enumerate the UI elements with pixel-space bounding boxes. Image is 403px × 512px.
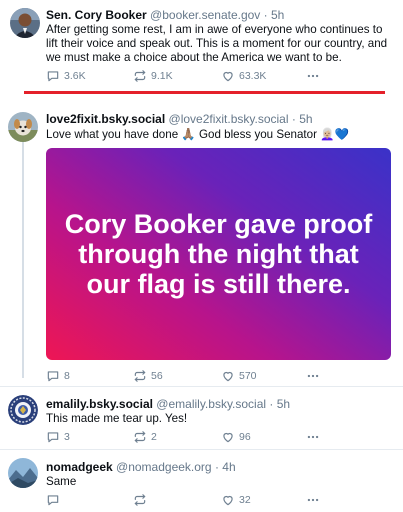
avatar[interactable] — [8, 458, 38, 488]
more-options-button[interactable] — [306, 368, 320, 384]
repost-icon — [134, 370, 146, 382]
reply-icon — [47, 71, 59, 82]
author-handle[interactable]: @emalily.bsky.social — [156, 397, 266, 411]
like-icon — [223, 371, 233, 382]
repost-button[interactable]: 56 — [133, 368, 163, 384]
post-header: Sen. Cory Booker @booker.senate.gov · 5h — [46, 8, 284, 22]
like-count: 63.3K — [239, 70, 267, 82]
avatar[interactable] — [8, 112, 38, 142]
post-image[interactable]: Cory Booker gave proof through the night… — [46, 148, 391, 360]
more-icon — [307, 374, 319, 378]
red-divider — [24, 91, 385, 94]
reply-button[interactable]: 8 — [46, 368, 70, 384]
reply-count: 3.6K — [64, 70, 86, 82]
post-nomadgeek[interactable]: nomadgeek @nomadgeek.org · 4h Same 32 — [0, 450, 403, 512]
reply-count: 8 — [64, 370, 70, 382]
post-actions: 3 2 96 — [46, 429, 346, 445]
repost-count: 9.1K — [151, 70, 173, 82]
separator: · — [263, 8, 268, 22]
avatar[interactable] — [8, 395, 38, 425]
post-text: After getting some rest, I am in awe of … — [46, 23, 388, 64]
repost-count: 56 — [151, 370, 163, 382]
repost-button[interactable] — [133, 492, 151, 508]
like-count: 32 — [239, 494, 251, 506]
repost-button[interactable]: 9.1K — [133, 68, 173, 84]
repost-icon — [134, 70, 146, 82]
reply-icon — [47, 432, 59, 443]
separator: · — [214, 460, 219, 474]
post-header: emalily.bsky.social @emalily.bsky.social… — [46, 397, 290, 411]
like-icon — [223, 71, 233, 82]
like-icon — [223, 495, 233, 506]
author-name[interactable]: nomadgeek — [46, 460, 113, 474]
more-options-button[interactable] — [306, 429, 320, 445]
like-count: 570 — [239, 370, 257, 382]
timestamp[interactable]: 5h — [299, 112, 312, 126]
timestamp[interactable]: 5h — [271, 8, 284, 22]
author-handle[interactable]: @love2fixit.bsky.social — [169, 112, 289, 126]
post-header: love2fixit.bsky.social @love2fixit.bsky.… — [46, 112, 313, 126]
like-button[interactable]: 32 — [221, 492, 251, 508]
reply-icon — [47, 495, 59, 506]
post-header: nomadgeek @nomadgeek.org · 4h — [46, 460, 236, 474]
author-name[interactable]: emalily.bsky.social — [46, 397, 153, 411]
more-icon — [307, 498, 319, 502]
reply-button[interactable]: 3.6K — [46, 68, 86, 84]
repost-button[interactable]: 2 — [133, 429, 157, 445]
like-icon — [223, 432, 233, 443]
post-actions: 8 56 570 — [46, 368, 346, 384]
like-button[interactable]: 63.3K — [221, 68, 266, 84]
timestamp[interactable]: 5h — [277, 397, 290, 411]
avatar[interactable] — [10, 8, 40, 38]
repost-count: 2 — [151, 431, 157, 443]
author-name[interactable]: Sen. Cory Booker — [46, 8, 147, 22]
reply-button[interactable] — [46, 492, 64, 508]
repost-icon — [134, 431, 146, 443]
more-icon — [307, 435, 319, 439]
repost-icon — [134, 494, 146, 506]
post-booker[interactable]: Sen. Cory Booker @booker.senate.gov · 5h… — [0, 0, 403, 90]
author-handle[interactable]: @nomadgeek.org — [116, 460, 212, 474]
separator: · — [291, 112, 296, 126]
post-actions: 3.6K 9.1K 63.3K — [46, 68, 346, 84]
image-caption-text: Cory Booker gave proof through the night… — [64, 209, 373, 299]
author-handle[interactable]: @booker.senate.gov — [150, 8, 260, 22]
post-text: Love what you have done 🙏🏽 God bless you… — [46, 128, 350, 141]
timestamp[interactable]: 4h — [222, 460, 235, 474]
more-icon — [307, 74, 319, 78]
post-emalily[interactable]: emalily.bsky.social @emalily.bsky.social… — [0, 387, 403, 447]
reply-icon — [47, 371, 59, 382]
more-options-button[interactable] — [306, 492, 320, 508]
separator: · — [269, 397, 274, 411]
more-options-button[interactable] — [306, 68, 320, 84]
author-name[interactable]: love2fixit.bsky.social — [46, 112, 165, 126]
post-actions: 32 — [46, 492, 346, 508]
reply-button[interactable]: 3 — [46, 429, 70, 445]
like-button[interactable]: 570 — [221, 368, 257, 384]
like-count: 96 — [239, 431, 251, 443]
like-button[interactable]: 96 — [221, 429, 251, 445]
reply-count: 3 — [64, 431, 70, 443]
post-text: This made me tear up. Yes! — [46, 412, 188, 425]
post-text: Same — [46, 475, 77, 488]
